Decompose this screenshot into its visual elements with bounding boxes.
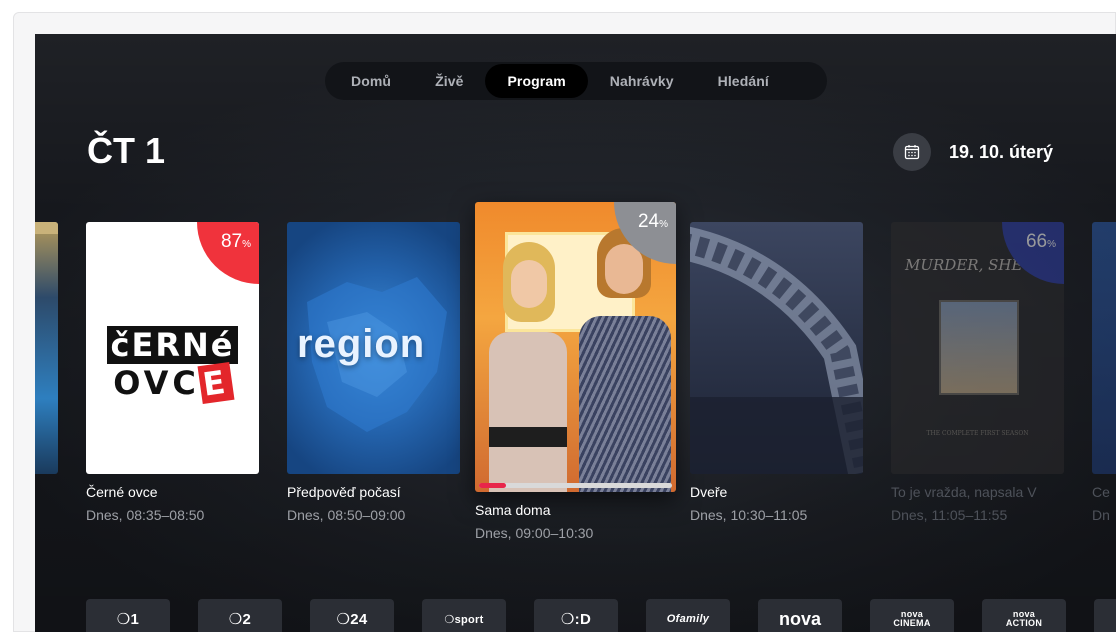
poster-image: čERNé OVCE 87%: [86, 222, 259, 474]
badge-unit: %: [659, 219, 668, 230]
program-time: Dnes, 08:50–09:00: [287, 507, 406, 523]
tab-live[interactable]: Živě: [413, 64, 485, 98]
channel-family[interactable]: Ofamily: [646, 599, 730, 632]
channel-ctsport[interactable]: ❍sport: [422, 599, 506, 632]
channel-nova[interactable]: nova: [758, 599, 842, 632]
channel-logo: nova ACTION: [1005, 609, 1043, 628]
show-logo: čERNé OVCE: [94, 326, 251, 405]
badge-value: 24: [637, 211, 660, 232]
show-logo-line1: čERNé: [106, 326, 239, 364]
poster-image: [1092, 222, 1116, 474]
host-right: [579, 228, 671, 492]
channel-logo: ❍sport: [444, 613, 484, 626]
program-time: Dnes, 08:35–08:50: [86, 507, 205, 523]
badge-unit: %: [242, 239, 251, 250]
tv-screen: Domů Živě Program Nahrávky Hledání ČT 1 …: [35, 34, 1116, 632]
film-strip: [690, 226, 863, 474]
top-navigation: Domů Živě Program Nahrávky Hledání: [325, 62, 827, 100]
tab-home[interactable]: Domů: [329, 64, 413, 98]
channel-logo: nova CINEMA: [893, 609, 931, 628]
channel-next[interactable]: [1094, 599, 1116, 632]
channel-logo: Ofamily: [666, 613, 710, 625]
program-time: Dnes, 11:05–11:55: [891, 507, 1008, 523]
date-picker-button[interactable]: [893, 133, 931, 171]
program-time: Dnes, 09:00–10:30: [475, 525, 594, 541]
progress-fill: [479, 483, 507, 488]
poster-image: region: [287, 222, 460, 474]
poster-photo: [939, 300, 1019, 395]
program-title: Dveře: [690, 484, 728, 500]
date-label: 19. 10. úterý: [949, 142, 1054, 162]
program-title: Sama doma: [475, 502, 551, 518]
badge-unit: %: [1047, 239, 1056, 250]
badge-value: 66: [1025, 231, 1048, 252]
channel-ct24[interactable]: ❍24: [310, 599, 394, 632]
poster-image: MURDER, SHE WR THE COMPLETE FIRST SEASON…: [891, 222, 1064, 474]
program-title: To je vražda, napsala V: [891, 484, 1037, 500]
channel-logo: nova: [778, 608, 821, 629]
calendar-icon: [904, 145, 920, 160]
poster-image: [690, 222, 863, 474]
tab-program[interactable]: Program: [485, 64, 588, 98]
host-left: [489, 242, 567, 492]
channel-nova-cinema[interactable]: nova CINEMA: [870, 599, 954, 632]
poster-image: [35, 222, 58, 474]
progress-badge: 87%: [197, 222, 259, 284]
program-title: Ce: [1092, 484, 1110, 500]
tab-search[interactable]: Hledání: [696, 64, 791, 98]
progress-badge: 66%: [1002, 222, 1064, 284]
channel-ctd[interactable]: ❍:D: [534, 599, 618, 632]
channel-logo: ❍2: [228, 611, 252, 628]
poster-subtitle: THE COMPLETE FIRST SEASON: [926, 430, 1029, 437]
program-title: Černé ovce: [86, 484, 158, 500]
poster-image: 24%: [475, 202, 676, 492]
channel-title: ČT 1: [87, 130, 166, 171]
channel-nova-action[interactable]: nova ACTION: [982, 599, 1066, 632]
channel-logo: ❍24: [336, 611, 368, 628]
badge-value: 87: [220, 231, 243, 252]
channel-ct1[interactable]: ❍1: [86, 599, 170, 632]
show-logo-accent: E: [197, 361, 235, 405]
program-time: Dn: [1092, 507, 1110, 523]
program-time: Dnes, 10:30–11:05: [690, 507, 808, 523]
channel-ct2[interactable]: ❍2: [198, 599, 282, 632]
progress-track: [479, 483, 672, 488]
show-logo-line2: OVC: [113, 364, 200, 402]
program-title: Předpověď počasí: [287, 484, 401, 500]
tab-recordings[interactable]: Nahrávky: [588, 64, 696, 98]
channel-logo: ❍1: [116, 611, 140, 628]
channel-logo: ❍:D: [560, 611, 592, 628]
poster-title: region: [297, 322, 426, 366]
